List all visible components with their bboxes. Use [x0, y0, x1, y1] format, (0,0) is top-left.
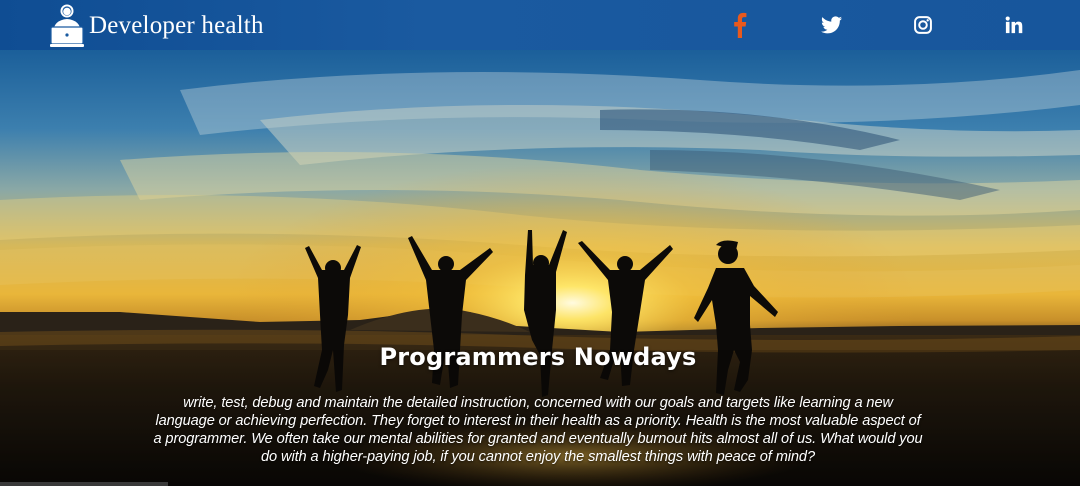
linkedin-icon: [1005, 16, 1023, 34]
facebook-icon: [734, 12, 747, 38]
navbar: Developer health: [0, 0, 1080, 50]
twitter-link[interactable]: [816, 0, 846, 50]
horizontal-scrollbar[interactable]: [0, 482, 168, 486]
instagram-link[interactable]: [908, 0, 938, 50]
linkedin-link[interactable]: [999, 0, 1029, 50]
developer-laptop-icon: [50, 4, 84, 47]
brand-link[interactable]: Developer health: [50, 2, 264, 48]
hero-description: write, test, debug and maintain the deta…: [153, 395, 923, 465]
facebook-link[interactable]: [725, 0, 755, 50]
twitter-icon: [820, 16, 842, 34]
instagram-icon: [914, 16, 932, 34]
brand-name: Developer health: [89, 11, 264, 39]
hero-section: Programmers Nowdays write, test, debug a…: [0, 50, 1080, 486]
hero-title: Programmers Nowdays: [379, 343, 697, 371]
